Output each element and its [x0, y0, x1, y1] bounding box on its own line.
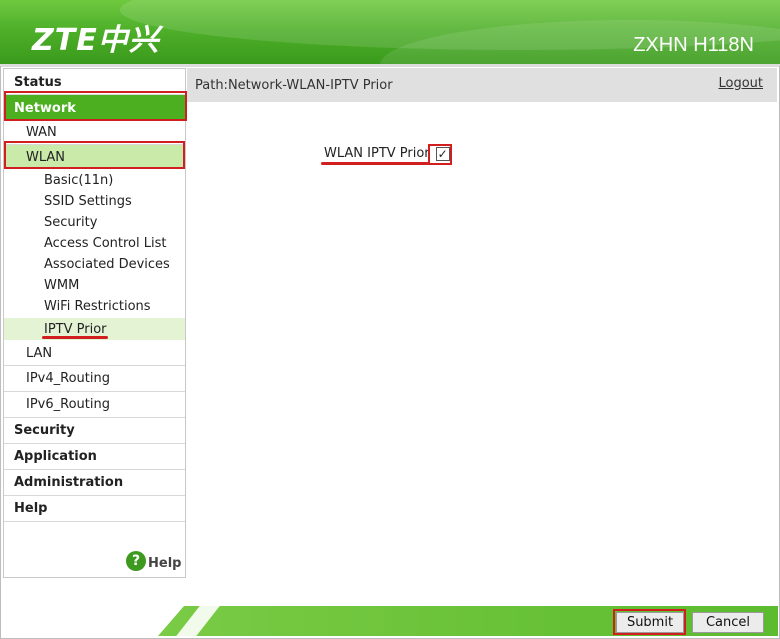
sidebar-item-help[interactable]: Help [4, 496, 185, 522]
sidebar-item-associated-devices[interactable]: Associated Devices [4, 254, 185, 275]
breadcrumb: Path:Network-WLAN-IPTV Prior [195, 77, 393, 93]
zte-logo: ZTE中兴 [32, 23, 160, 58]
wlan-iptv-prior-row: WLAN IPTV Prior ✓ [324, 146, 450, 161]
submit-button[interactable]: Submit [616, 612, 684, 633]
sidebar-item-network[interactable]: Network [4, 95, 185, 121]
sidebar-item-access-control-list[interactable]: Access Control List [4, 233, 185, 254]
cancel-button[interactable]: Cancel [692, 612, 764, 633]
help-link[interactable]: ? Help [126, 550, 181, 571]
sidebar-item-lan[interactable]: LAN [4, 342, 185, 366]
sidebar-item-basic-11n[interactable]: Basic(11n) [4, 170, 185, 191]
model-name: ZXHN H118N [633, 34, 754, 56]
help-link-label: Help [148, 556, 182, 571]
sidebar-item-application[interactable]: Application [4, 444, 185, 470]
sidebar-item-status[interactable]: Status [4, 71, 185, 95]
sidebar-nav: Status Network WAN WLAN Basic(11n) SSID … [3, 68, 186, 578]
sidebar-item-wlan[interactable]: WLAN [4, 145, 185, 169]
help-icon: ? [126, 550, 146, 571]
sidebar-item-wmm[interactable]: WMM [4, 275, 185, 296]
wlan-iptv-prior-label: WLAN IPTV Prior [324, 146, 430, 161]
sidebar-item-wan[interactable]: WAN [4, 121, 185, 145]
sidebar-item-ssid-settings[interactable]: SSID Settings [4, 191, 185, 212]
header-banner: ZTE中兴 ZXHN H118N [0, 0, 780, 64]
iptv-prior-underline [42, 336, 108, 339]
sidebar-item-ipv6-routing[interactable]: IPv6_Routing [4, 392, 185, 418]
sidebar-item-security[interactable]: Security [4, 418, 185, 444]
logout-link[interactable]: Logout [718, 76, 763, 91]
sidebar-item-wlan-security[interactable]: Security [4, 212, 185, 233]
breadcrumb-bar: Path:Network-WLAN-IPTV Prior Logout [187, 68, 777, 102]
sidebar-item-ipv4-routing[interactable]: IPv4_Routing [4, 366, 185, 392]
option-underline [321, 162, 429, 165]
footer-bar [158, 606, 778, 636]
wlan-iptv-prior-checkbox[interactable]: ✓ [435, 146, 450, 161]
sidebar-item-administration[interactable]: Administration [4, 470, 185, 496]
sidebar-item-wifi-restrictions[interactable]: WiFi Restrictions [4, 296, 185, 317]
